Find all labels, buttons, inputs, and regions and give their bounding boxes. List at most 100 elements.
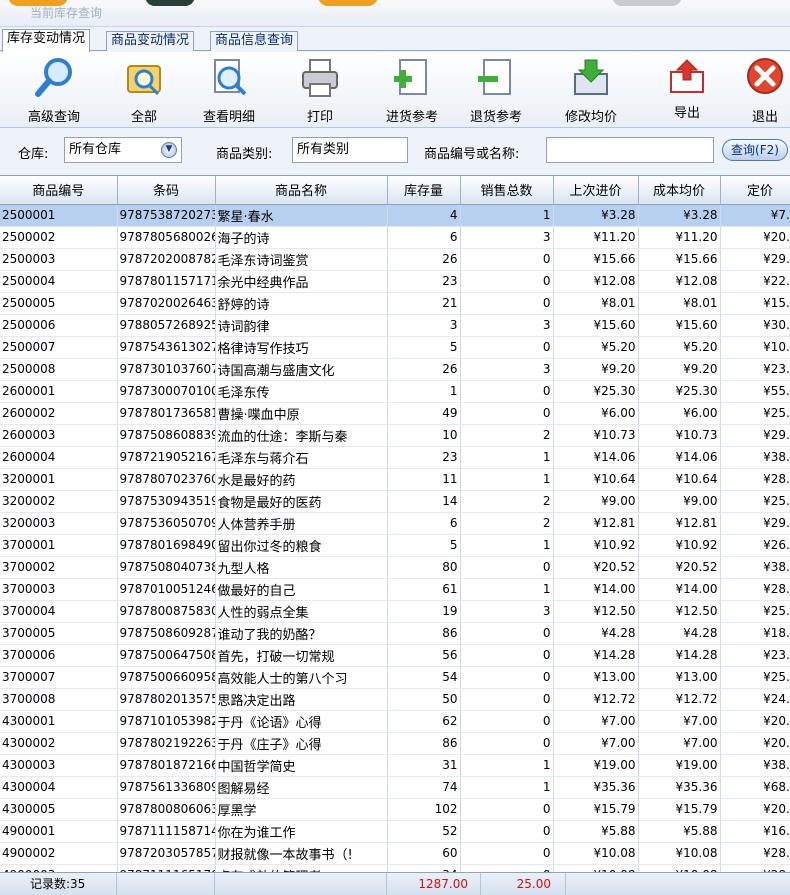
tab-product-changes[interactable]: 商品变动情况 <box>106 31 195 51</box>
last-price-cell: ¥11.20 <box>553 226 639 249</box>
all-label: 全部 <box>130 110 157 125</box>
table-row[interactable]: 2500001 9787538720273 繁星·春水 4 1 ¥3.28 ¥3.28 ¥7.… <box>0 204 790 227</box>
sales-total-cell: 1 <box>460 754 554 777</box>
list-price-cell: ¥29.0 <box>720 248 790 271</box>
product-code-cell: 4900001 <box>0 820 118 843</box>
col-sales-total-header[interactable]: 销售总数 <box>460 176 554 205</box>
edit-average-price-button[interactable]: 修改均价 <box>555 56 627 125</box>
stock-qty-cell: 19 <box>387 600 461 623</box>
view-detail-button[interactable]: 查看明细 <box>193 56 265 125</box>
table-row[interactable]: 4900001 9787111158714 你在为谁工作 52 0 ¥5.88 ¥5.88 ¥… <box>0 820 790 843</box>
table-row[interactable]: 2500007 9787543613027 格律诗写作技巧 5 0 ¥5.20 ¥5.20 ¥… <box>0 336 790 359</box>
stock-qty-cell: 6 <box>387 226 461 249</box>
col-last-price-header[interactable]: 上次进价 <box>553 176 639 205</box>
list-price-cell: ¥16.8 <box>720 820 790 843</box>
table-row[interactable]: 3200002 9787530943519 食物是最好的医药 14 2 ¥9.00 ¥9.0… <box>0 490 790 513</box>
barcode-cell: 9787543613027 <box>117 336 216 359</box>
inventory-table[interactable]: 商品编号 条码 商品名称 库存量 销售总数 上次进价 成本均价 定价 2500001 97875… <box>0 175 790 872</box>
summary-footer: 记录数:35 1287.00 25.00 <box>0 872 790 895</box>
background-decoration <box>145 0 195 6</box>
table-row[interactable]: 3700001 9787801698490 留出你过冬的粮食 5 1 ¥10.92 ¥10.… <box>0 534 790 557</box>
table-row[interactable]: 4300002 9787802192263 于丹《庄子》心得 86 0 ¥7.00 ¥7.0… <box>0 732 790 755</box>
col-list-price-header[interactable]: 定价 <box>720 176 790 205</box>
last-price-cell: ¥19.00 <box>553 754 639 777</box>
table-row[interactable]: 2500003 9787202008782 毛泽东诗词鉴赏 26 0 ¥15.66 ¥15.… <box>0 248 790 271</box>
background-window-title: 当前库存查询 <box>30 6 103 20</box>
stock-in-reference-button[interactable]: 进货参考 <box>376 56 448 125</box>
query-button[interactable]: 查询(F2) <box>722 139 788 161</box>
barcode-cell: 9787802192263 <box>117 732 216 755</box>
average-cost-cell: ¥12.72 <box>638 688 721 711</box>
average-cost-cell: ¥6.00 <box>638 402 721 425</box>
stock-qty-cell: 6 <box>387 512 461 535</box>
product-name-cell: 水是最好的药 <box>215 468 388 491</box>
last-price-cell: ¥12.50 <box>553 600 639 623</box>
col-product-code-header[interactable]: 商品编号 <box>0 176 118 205</box>
sales-total-cell: 2 <box>460 424 554 447</box>
last-price-cell: ¥10.08 <box>553 842 639 865</box>
list-price-cell: ¥7.0 <box>720 204 790 227</box>
col-product-name-header[interactable]: 商品名称 <box>215 176 388 205</box>
col-stock-qty-header[interactable]: 库存量 <box>387 176 461 205</box>
table-row[interactable]: 3700007 9787500660958 高效能人士的第八个习 54 0 ¥13.00 ¥… <box>0 666 790 689</box>
list-price-cell: ¥26.0 <box>720 534 790 557</box>
return-reference-button[interactable]: 退货参考 <box>460 56 532 125</box>
table-row[interactable]: 2600001 9787300070100 毛泽东传 1 0 ¥25.30 ¥25.30 ¥5… <box>0 380 790 403</box>
tab-product-info[interactable]: 商品信息查询 <box>210 31 299 51</box>
table-row[interactable]: 2500006 9788057268925 诗词韵律 3 3 ¥15.60 ¥15.60 ¥3… <box>0 314 790 337</box>
table-row[interactable]: 2500008 9787301037607 诗国高潮与盛唐文化 26 3 ¥9.20 ¥9.… <box>0 358 790 381</box>
table-row[interactable]: 2600003 9787508608839 流血的仕途：李斯与秦 10 2 ¥10.73 ¥… <box>0 424 790 447</box>
table-row[interactable]: 3700006 9787500647508 首先，打破一切常规 56 0 ¥14.28 ¥1… <box>0 644 790 667</box>
chevron-down-icon[interactable]: ▼ <box>161 142 177 158</box>
export-button[interactable]: 导出 <box>651 56 723 124</box>
table-row[interactable]: 4300003 9787801872166 中国哲学简史 31 1 ¥19.00 ¥19.0… <box>0 754 790 777</box>
last-price-cell: ¥10.92 <box>553 534 639 557</box>
table-row[interactable]: 4900002 9787203057857 财报就像一本故事书（! 60 0 ¥10.08… <box>0 842 790 865</box>
last-price-cell: ¥7.00 <box>553 732 639 755</box>
sales-total-cell: 0 <box>460 842 554 865</box>
tab-stock-changes[interactable]: 库存变动情况 <box>2 29 91 52</box>
table-row[interactable]: 3700004 9787800875830 人性的弱点全集 19 3 ¥12.50 ¥12.… <box>0 600 790 623</box>
sales-total-cell: 0 <box>460 644 554 667</box>
col-average-cost-header[interactable]: 成本均价 <box>638 176 721 205</box>
product-name-cell: 舒婷的诗 <box>215 292 388 315</box>
product-code-cell: 3700007 <box>0 666 118 689</box>
table-row[interactable]: 3700005 9787508609287 谁动了我的奶酪？ 86 0 ¥4.28 ¥4.2… <box>0 622 790 645</box>
stock-qty-cell: 56 <box>387 644 461 667</box>
product-code-cell: 2500003 <box>0 248 118 271</box>
product-name-cell: 于丹《庄子》心得 <box>215 732 388 755</box>
table-row[interactable]: 3700002 9787508040738 九型人格 80 0 ¥20.52 ¥20.52 ¥… <box>0 556 790 579</box>
table-row[interactable]: 3700003 9787010051246 做最好的自己 61 1 ¥14.00 ¥14.0… <box>0 578 790 601</box>
table-row[interactable]: 3200001 9787807023760 水是最好的药 11 1 ¥10.64 ¥10.6… <box>0 468 790 491</box>
product-code-cell: 2500005 <box>0 292 118 315</box>
warehouse-select[interactable]: 所有仓库 ▼ <box>64 137 182 163</box>
table-row[interactable]: 4300004 9787561336809 图解易经 74 1 ¥35.36 ¥35.36 ¥… <box>0 776 790 799</box>
table-row[interactable]: 4300001 9787101053982 于丹《论语》心得 62 0 ¥7.00 ¥7.0… <box>0 710 790 733</box>
table-row[interactable]: 2600002 9787801736581 曹操·喋血中原 49 0 ¥6.00 ¥6.00… <box>0 402 790 425</box>
table-row[interactable]: 49000039787111165170卓有成效的管理者340¥10.08¥10… <box>0 864 790 872</box>
table-row[interactable]: 4300005 9787800806063 厚黑学 102 0 ¥15.79 ¥15.79 ¥… <box>0 798 790 821</box>
table-row[interactable]: 2600004 9787219052167 毛泽东与蒋介石 23 1 ¥14.06 ¥14.… <box>0 446 790 469</box>
print-button[interactable]: 打印 <box>284 56 356 125</box>
table-row[interactable]: 2500005 9787020026463 舒婷的诗 21 0 ¥8.01 ¥8.01 ¥15… <box>0 292 790 315</box>
table-header-row: 商品编号 条码 商品名称 库存量 销售总数 上次进价 成本均价 定价 <box>0 176 790 205</box>
col-barcode-header[interactable]: 条码 <box>117 176 216 205</box>
product-code-cell: 2600004 <box>0 446 118 469</box>
category-select[interactable]: 所有类别 <box>292 137 408 163</box>
product-name-cell: 余光中经典作品 <box>215 270 388 293</box>
warehouse-select-value: 所有仓库 <box>69 142 122 157</box>
barcode-cell: 9787010051246 <box>117 578 216 601</box>
all-button[interactable]: 全部 <box>108 56 180 125</box>
table-row[interactable]: 3700008 9787802013575 思路决定出路 50 0 ¥12.72 ¥12.7… <box>0 688 790 711</box>
table-row[interactable]: 2500004 9787801157171 余光中经典作品 23 0 ¥12.08 ¥12.… <box>0 270 790 293</box>
barcode-cell: 9787536050709 <box>117 512 216 535</box>
code-or-name-input[interactable] <box>546 137 714 163</box>
list-price-cell: ¥28.0 <box>720 468 790 491</box>
last-price-cell: ¥4.28 <box>553 622 639 645</box>
exit-button[interactable]: 退出 <box>735 56 790 125</box>
table-row[interactable]: 2500002 9787805680026 海子的诗 6 3 ¥11.20 ¥11.20 ¥2… <box>0 226 790 249</box>
barcode-cell: 9787020026463 <box>117 292 216 315</box>
stock-qty-cell: 50 <box>387 688 461 711</box>
table-row[interactable]: 3200003 9787536050709 人体营养手册 6 2 ¥12.81 ¥12.81… <box>0 512 790 535</box>
advanced-search-button[interactable]: 高级查询 <box>18 56 90 125</box>
